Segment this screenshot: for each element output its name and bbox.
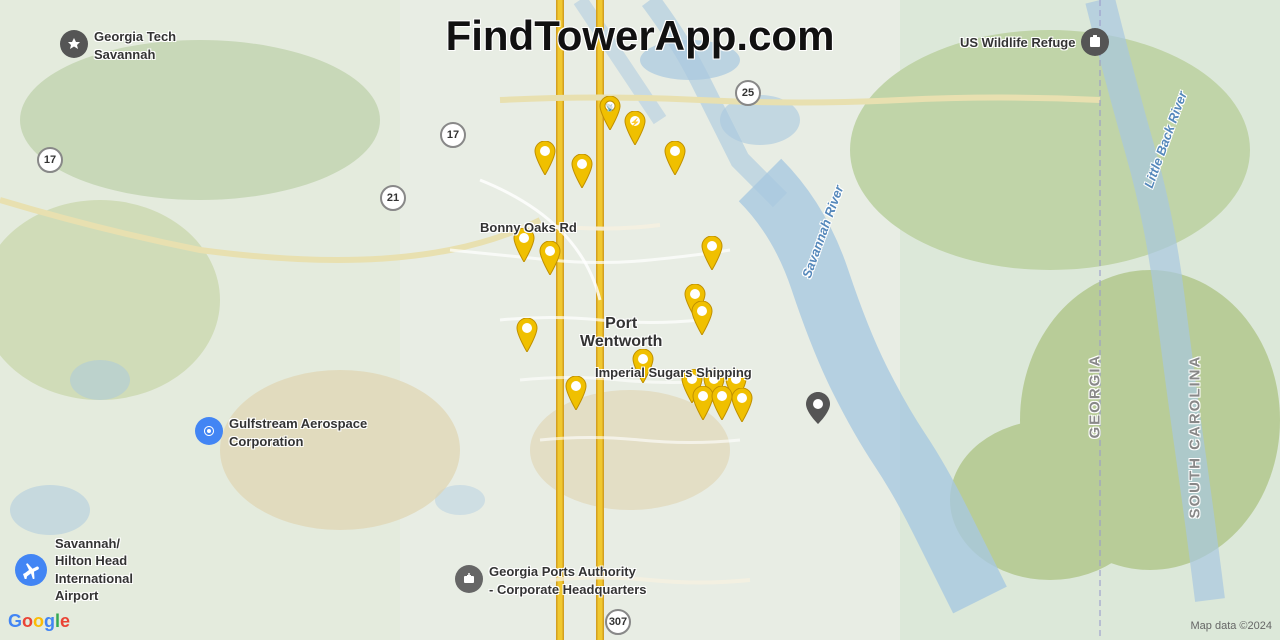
tower-marker [562, 376, 590, 410]
google-logo: Google [8, 611, 70, 632]
tower-marker: ⚡ [621, 111, 649, 145]
map-title: FindTowerApp.com [446, 12, 835, 60]
tower-marker [531, 141, 559, 175]
map-container: FindTowerApp.com Bonny Oaks Rd PortWentw… [0, 0, 1280, 640]
route-circle-25: 25 [735, 80, 761, 106]
airport-label: Savannah/Hilton HeadSavannah/ Hilton Hea… [55, 535, 133, 605]
tower-marker [698, 236, 726, 270]
tower-marker [661, 141, 689, 175]
road-label-bonny-oaks: Bonny Oaks Rd [480, 220, 577, 235]
tower-marker: 📡 [596, 96, 624, 130]
label-state-georgia: GEORGIA [1087, 354, 1104, 439]
route-circle-17-west: 17 [37, 147, 63, 173]
label-georgia-tech: Georgia TechSavannah [60, 28, 176, 64]
label-wildlife-refuge: US Wildlife Refuge [960, 28, 1109, 56]
city-label-port-wentworth: PortWentworth [580, 315, 662, 351]
airport-icon [15, 554, 47, 586]
svg-text:📡: 📡 [606, 103, 615, 112]
tower-marker [568, 154, 596, 188]
tower-marker [536, 241, 564, 275]
map-attribution: Map data ©2024 [1191, 620, 1273, 632]
tower-marker [688, 301, 716, 335]
route-circle-307: 307 [605, 609, 631, 635]
label-georgia-ports: Georgia Ports Authority- Corporate Headq… [455, 563, 646, 599]
poi-imperial-sugars-marker [806, 392, 830, 429]
tower-marker [728, 388, 756, 422]
svg-text:⚡: ⚡ [630, 117, 640, 127]
airport-section: Savannah/Hilton HeadSavannah/ Hilton Hea… [15, 535, 133, 605]
route-circle-21: 21 [380, 185, 406, 211]
label-imperial-sugars: Imperial Sugars Shipping [595, 365, 752, 380]
route-circle-17-east: 17 [440, 122, 466, 148]
tower-marker [513, 318, 541, 352]
label-state-south-carolina: SOUTH CAROLINA [1187, 355, 1204, 519]
label-gulfstream: Gulfstream AerospaceCorporation [195, 415, 367, 451]
